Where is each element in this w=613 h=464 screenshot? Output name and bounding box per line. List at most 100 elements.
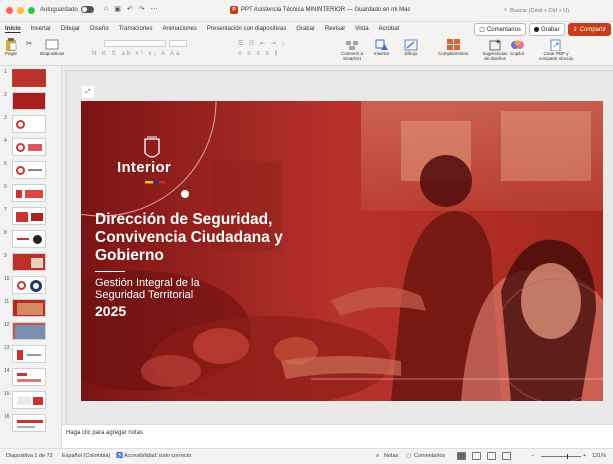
slide-heading-line: Dirección de Seguridad, <box>95 211 273 228</box>
slide-number: 2 <box>4 92 7 98</box>
slide-thumbnail[interactable]: 10 <box>4 276 58 294</box>
slide-thumbnail-image <box>12 414 46 432</box>
slideshow-button[interactable] <box>502 452 511 460</box>
slide-thumbnail-image <box>12 345 46 363</box>
slide-1[interactable]: Interior Dirección de Seguridad, Convive… <box>81 101 603 401</box>
autosave-control: Autoguardado <box>40 6 94 13</box>
comments-icon: ▢ <box>406 453 412 459</box>
save-icon[interactable]: ▣ <box>114 5 121 13</box>
notes-icon: ≡ <box>376 453 380 459</box>
record-label: Grabar <box>540 26 560 33</box>
share-button[interactable]: ⇪ Compartir <box>567 23 611 36</box>
paste-button[interactable]: Pegar <box>4 38 18 57</box>
more-icon[interactable]: ⋯ <box>151 5 158 13</box>
accessibility-status[interactable]: Accesibilidad: todo correcto <box>124 453 191 459</box>
comments-button[interactable]: ▢ Comentarios <box>474 23 526 36</box>
slide-number: 14 <box>4 368 10 374</box>
slide-thumbnail[interactable]: 6 <box>4 184 58 202</box>
slide-thumbnail[interactable]: 7 <box>4 207 58 225</box>
slide-thumbnail[interactable]: 5 <box>4 161 58 179</box>
slide-number: 6 <box>4 184 7 190</box>
document-title: P PPT Asistencia Técnica MININTERIOR — G… <box>230 6 411 14</box>
tab-transiciones[interactable]: Transiciones <box>114 26 158 32</box>
convert-smartart-button[interactable]: Convertir a SmartArt <box>338 38 366 62</box>
paragraph-align-buttons[interactable]: ≡ ≡ ≡ ≡ ⫼ <box>238 51 279 58</box>
tab-revisar[interactable]: Revisar <box>320 26 350 32</box>
slide-thumbnail[interactable]: 14 <box>4 368 58 386</box>
zoom-slider-knob[interactable] <box>567 454 568 459</box>
create-pdf-button[interactable]: Crear PDF y compartir vínculo <box>536 38 576 62</box>
slide-year: 2025 <box>95 303 127 319</box>
search-box[interactable]: ⌕ Buscar (Cmd + Ctrl + U) <box>498 4 608 17</box>
slide-thumbnail[interactable]: 3 <box>4 115 58 133</box>
font-format-buttons[interactable]: N K S ab x² x₂ A Aa <box>92 51 181 57</box>
tab-presentacion[interactable]: Presentación con diapositivas <box>202 26 291 32</box>
powerpoint-window: Autoguardado ⌂ ▣ ↶ ↷ ⋯ P PPT Asistencia … <box>0 0 613 464</box>
tab-insertar[interactable]: Insertar <box>26 26 56 32</box>
ribbon-tabs: Inicio Insertar Dibujar Diseño Transicio… <box>0 22 613 36</box>
copilot-label: Copilot <box>510 51 525 56</box>
slide-thumbnail-image <box>12 138 46 156</box>
tab-dibujar[interactable]: Dibujar <box>56 26 85 32</box>
slide-thumbnail[interactable]: 16 <box>4 414 58 432</box>
slide-thumbnail[interactable]: 12 <box>4 322 58 340</box>
slide-thumbnail[interactable]: 4 <box>4 138 58 156</box>
addins-icon <box>446 38 460 51</box>
zoom-level[interactable]: 131% <box>592 453 606 459</box>
shapes-icon <box>375 38 389 51</box>
slide-thumbnail-image <box>12 161 46 179</box>
slides-label: Diapositivas <box>40 51 65 56</box>
slide-thumbnail[interactable]: 11 <box>4 299 58 317</box>
insert-shapes-button[interactable]: Insertar <box>374 38 389 57</box>
new-slide-icon <box>45 38 59 51</box>
font-size-box[interactable] <box>169 40 187 47</box>
slide-thumbnail[interactable]: 9 <box>4 253 58 271</box>
zoom-in-icon[interactable]: + <box>583 453 586 459</box>
cut-copy-group[interactable]: ✂ <box>22 38 36 52</box>
undo-icon[interactable]: ↶ <box>127 5 133 13</box>
tab-vista[interactable]: Vista <box>350 26 373 32</box>
slide-subtitle: Gestión Integral de la Seguridad Territo… <box>95 277 200 301</box>
language-status[interactable]: Español (Colombia) <box>62 453 110 459</box>
slide-sorter-button[interactable] <box>472 452 481 460</box>
zoom-window-button[interactable] <box>28 7 35 14</box>
powerpoint-icon: P <box>230 6 238 14</box>
copilot-button[interactable]: Copilot <box>510 38 524 57</box>
tab-grabar[interactable]: Grabar <box>291 26 320 32</box>
slide-thumbnail[interactable]: 15 <box>4 391 58 409</box>
notes-toggle[interactable]: Notas <box>384 453 398 459</box>
paste-label: Pegar <box>4 51 17 56</box>
slide-thumbnail[interactable]: 1 <box>4 69 58 87</box>
design-suggestions-button[interactable]: Sugerencias de diseños <box>480 38 510 62</box>
zoom-slider[interactable] <box>541 456 581 457</box>
font-name-box[interactable] <box>104 40 166 47</box>
reading-view-button[interactable] <box>487 452 496 460</box>
search-icon: ⌕ <box>504 7 508 13</box>
tab-animaciones[interactable]: Animaciones <box>158 26 202 32</box>
draw-button[interactable]: Dibujo <box>404 38 418 57</box>
home-icon[interactable]: ⌂ <box>104 5 108 13</box>
tab-diseno[interactable]: Diseño <box>85 26 114 32</box>
minimize-window-button[interactable] <box>17 7 24 14</box>
redo-icon[interactable]: ↷ <box>139 5 145 13</box>
paragraph-list-buttons[interactable]: ☰ ☷ ⇤ ⇥ ↕ <box>238 40 286 47</box>
close-window-button[interactable] <box>6 7 13 14</box>
notes-placeholder: Haga clic para agregar notas <box>66 430 144 436</box>
expand-icon[interactable]: ⤢ <box>82 86 94 98</box>
tab-inicio[interactable]: Inicio <box>0 26 26 32</box>
autosave-toggle[interactable] <box>80 6 94 13</box>
normal-view-button[interactable] <box>457 452 466 460</box>
addins-button[interactable]: Complementos <box>438 38 468 57</box>
slide-thumbnail[interactable]: 13 <box>4 345 58 363</box>
comments-toggle[interactable]: Comentarios <box>414 453 445 459</box>
record-button[interactable]: Grabar <box>528 23 565 36</box>
zoom-out-icon[interactable]: − <box>531 453 534 459</box>
record-icon <box>533 27 539 32</box>
search-placeholder: Buscar (Cmd + Ctrl + U) <box>510 7 570 14</box>
tab-acrobat[interactable]: Acrobat <box>374 26 405 32</box>
notes-pane[interactable]: Haga clic para agregar notas <box>62 424 613 448</box>
create-pdf-label: Crear PDF y compartir vínculo <box>538 51 574 61</box>
slide-thumbnail[interactable]: 8 <box>4 230 58 248</box>
new-slide-button[interactable]: Diapositivas <box>40 38 64 57</box>
slide-thumbnail[interactable]: 2 <box>4 92 58 110</box>
